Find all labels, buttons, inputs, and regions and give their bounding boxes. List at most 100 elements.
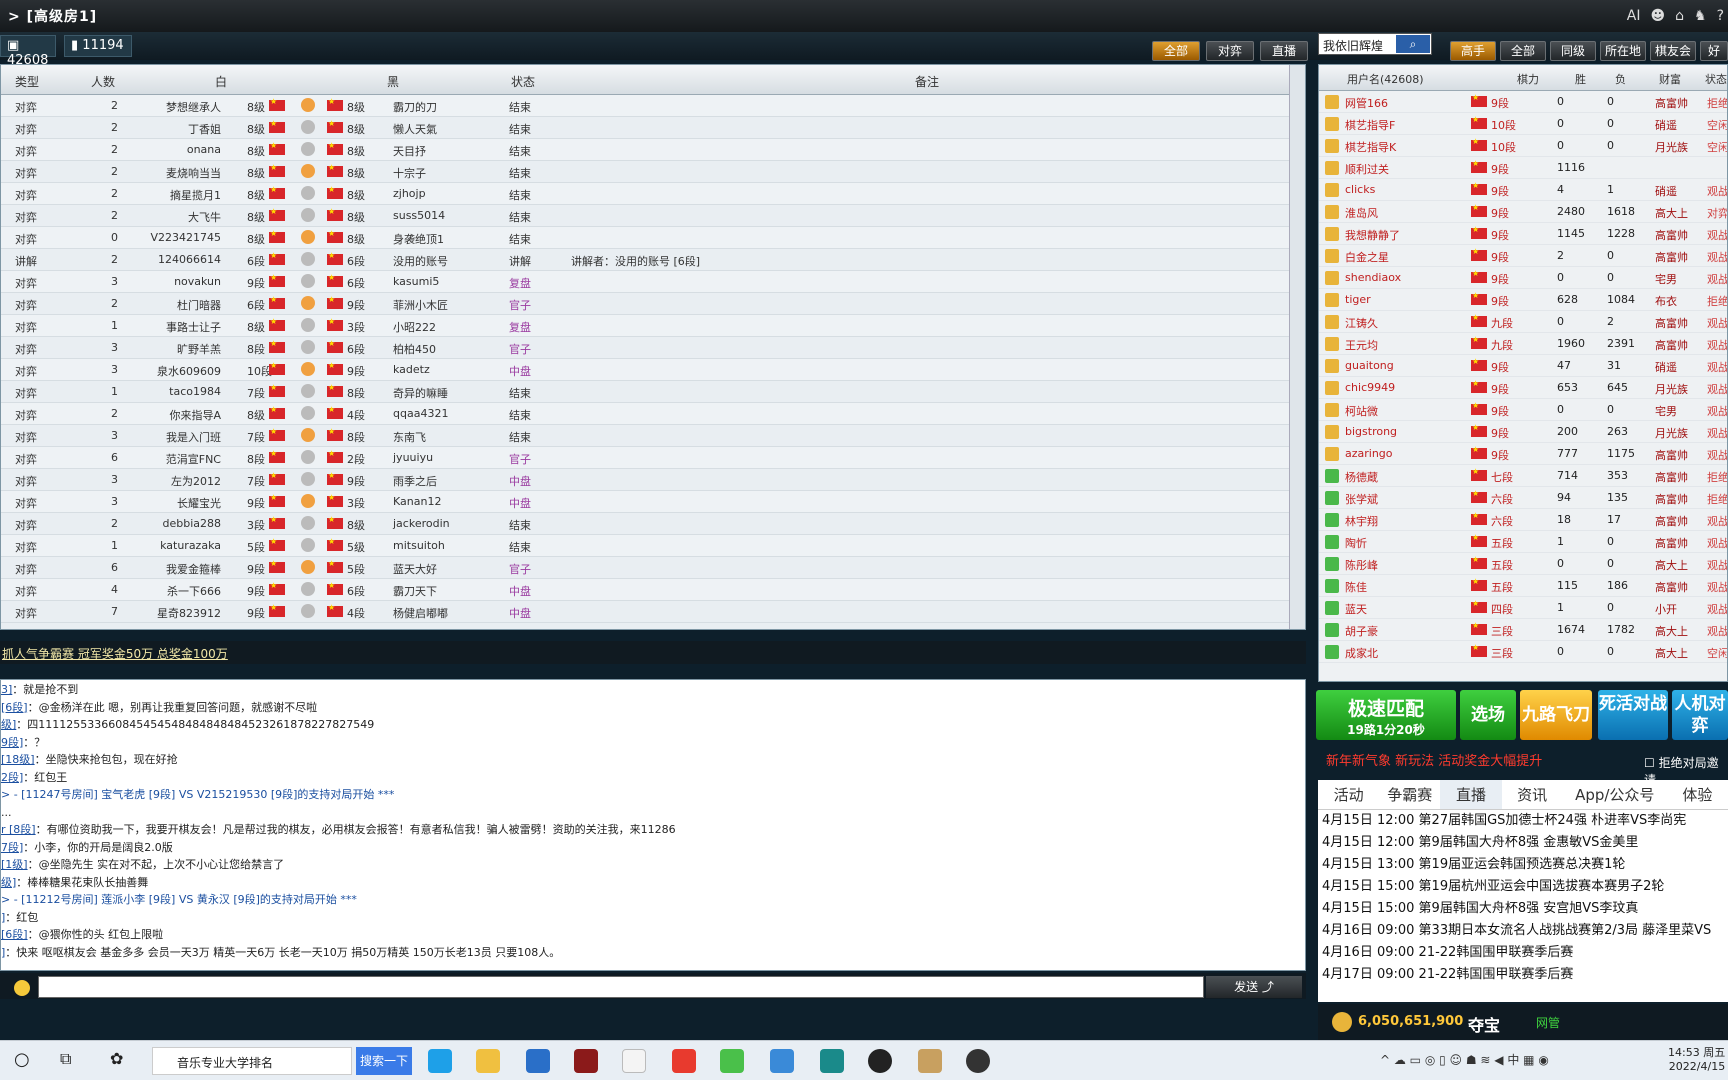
player-row[interactable]: 白金之星 9段 2 0 高富帅 观战 bbox=[1319, 245, 1727, 267]
mail-icon[interactable] bbox=[526, 1049, 550, 1073]
player-row[interactable]: 陈佳 五段 115 186 高富帅 观战 bbox=[1319, 575, 1727, 597]
filter-player-all[interactable]: 全部 bbox=[1500, 41, 1546, 61]
col-count[interactable]: 人数 bbox=[91, 73, 115, 90]
table-row[interactable]: 讲解 2 124066614 6段 6段 没用的账号 讲解 讲解者：没用的账号 … bbox=[1, 249, 1305, 271]
player-row[interactable]: chic9949 9段 653 645 月光族 观战 bbox=[1319, 377, 1727, 399]
tray-icons[interactable]: ^ ☁ ▭ ◎ ▯ ☺ ☗ ≋ ◀ 中 ▦ ◉ bbox=[1380, 1051, 1549, 1068]
player-row[interactable]: 林宇翔 六段 18 17 高富帅 观战 bbox=[1319, 509, 1727, 531]
netadmin-button[interactable]: 网管 bbox=[1536, 1014, 1560, 1031]
table-row[interactable]: 对弈 2 杜门暗器 6段 9段 菲洲小木匠 官子 bbox=[1, 293, 1305, 315]
table-row[interactable]: 对弈 4 杀一下666 9段 6段 霸刀天下 中盘 bbox=[1, 579, 1305, 601]
player-row[interactable]: 棋艺指导K 10段 0 0 月光族 空闲 bbox=[1319, 135, 1727, 157]
table-row[interactable]: 对弈 3 我是入门班 7段 8段 东南飞 结束 bbox=[1, 425, 1305, 447]
taskbar-search-input[interactable]: 音乐专业大学排名 bbox=[152, 1047, 352, 1075]
news-item[interactable]: 4月17日 09:00 21-22韩国围甲联赛季后赛 bbox=[1318, 964, 1728, 986]
treasure-button[interactable]: 夺宝 bbox=[1468, 1012, 1500, 1036]
table-row[interactable]: 对弈 2 梦想继承人 8级 8级 霸刀的刀 结束 bbox=[1, 95, 1305, 117]
news-item[interactable]: 4月16日 09:00 21-22韩国围甲联赛季后赛 bbox=[1318, 942, 1728, 964]
player-row[interactable]: 杨德蔵 七段 714 353 高富帅 拒绝 bbox=[1319, 465, 1727, 487]
col-note[interactable]: 备注 bbox=[915, 73, 939, 90]
filter-master[interactable]: 高手 bbox=[1450, 41, 1496, 61]
news-item[interactable]: 4月15日 15:00 第9届韩国大舟杯8强 安宫旭VS李玟真 bbox=[1318, 898, 1728, 920]
col-strength[interactable]: 棋力 bbox=[1517, 71, 1539, 87]
player-row[interactable]: guaitong 9段 47 31 硝遥 观战 bbox=[1319, 355, 1727, 377]
player-row[interactable]: 王元均 九段 1960 2391 高富帅 观战 bbox=[1319, 333, 1727, 355]
player-row[interactable]: 陈彤峰 五段 0 0 高大上 观战 bbox=[1319, 553, 1727, 575]
player-row[interactable]: bigstrong 9段 200 263 月光族 观战 bbox=[1319, 421, 1727, 443]
table-row[interactable]: 对弈 2 你来指导A 8级 4段 qqaa4321 结束 bbox=[1, 403, 1305, 425]
tab-tournament[interactable]: 争霸赛 bbox=[1379, 780, 1440, 809]
emoji-icon[interactable] bbox=[14, 980, 30, 996]
ai-play-button[interactable]: 人机对弈 bbox=[1672, 690, 1728, 740]
col-state[interactable]: 状态 bbox=[1705, 71, 1727, 87]
table-row[interactable]: 对弈 1 事路士让子 8级 3段 小昭222 复盘 bbox=[1, 315, 1305, 337]
help-icon[interactable]: ? bbox=[1717, 8, 1724, 24]
choose-field-button[interactable]: 选场 bbox=[1460, 690, 1516, 740]
news-item[interactable]: 4月15日 15:00 第19届杭州亚运会中国选拔赛本赛男子2轮 bbox=[1318, 876, 1728, 898]
player-row[interactable]: 淮岛风 9段 2480 1618 高大上 对弈 bbox=[1319, 201, 1727, 223]
col-losses[interactable]: 负 bbox=[1615, 71, 1626, 87]
tab-activity[interactable]: 活动 bbox=[1318, 780, 1379, 809]
col-status[interactable]: 状态 bbox=[511, 73, 535, 90]
table-row[interactable]: 对弈 6 范涓宣FNC 8段 2段 jyuuiyu 官子 bbox=[1, 447, 1305, 469]
player-row[interactable]: 胡子豪 三段 1674 1782 高大上 观战 bbox=[1319, 619, 1727, 641]
table-row[interactable]: 对弈 3 泉水609609 10段 9段 kadetz 中盘 bbox=[1, 359, 1305, 381]
col-wealth[interactable]: 财富 bbox=[1659, 71, 1681, 87]
user-icon[interactable]: ☻ bbox=[1651, 8, 1666, 24]
player-row[interactable]: 蓝天 四段 1 0 小开 观战 bbox=[1319, 597, 1727, 619]
player-row[interactable]: azaringo 9段 777 1175 高富帅 观战 bbox=[1319, 443, 1727, 465]
filter-all[interactable]: 全部 bbox=[1152, 41, 1200, 61]
col-type[interactable]: 类型 bbox=[15, 73, 39, 90]
table-row[interactable]: 对弈 2 麦烧响当当 8级 8级 十宗子 结束 bbox=[1, 161, 1305, 183]
qq-icon[interactable] bbox=[770, 1049, 794, 1073]
table-row[interactable]: 对弈 3 左为2012 7段 9段 雨季之后 中盘 bbox=[1, 469, 1305, 491]
app-teal-icon[interactable] bbox=[820, 1049, 844, 1073]
player-row[interactable]: 江铸久 九段 0 2 高富帅 观战 bbox=[1319, 311, 1727, 333]
player-row[interactable]: 成家北 三段 0 0 高大上 空闲 bbox=[1319, 641, 1727, 663]
player-row[interactable]: 张学斌 六段 94 135 高富帅 拒绝 bbox=[1319, 487, 1727, 509]
table-row[interactable]: 对弈 2 debbia288 3段 8级 jackerodin 结束 bbox=[1, 513, 1305, 535]
table-row[interactable]: 对弈 1 taco1984 7段 8段 奇异的嘛睡 结束 bbox=[1, 381, 1305, 403]
shirt-icon[interactable]: ♞ bbox=[1694, 8, 1707, 24]
app-dark-icon[interactable] bbox=[966, 1049, 990, 1073]
filter-play[interactable]: 对弈 bbox=[1206, 41, 1254, 61]
table-row[interactable]: 对弈 2 丁香姐 8级 8级 懒人天氣 结束 bbox=[1, 117, 1305, 139]
app-red-icon[interactable] bbox=[574, 1049, 598, 1073]
event-banner[interactable]: 抓人气争霸赛 冠军奖金50万 总奖金100万 bbox=[0, 641, 1306, 664]
start-icon[interactable]: ○ bbox=[14, 1049, 30, 1070]
player-row[interactable]: 柯站微 9段 0 0 宅男 观战 bbox=[1319, 399, 1727, 421]
col-username[interactable]: 用户名(42608) bbox=[1347, 71, 1424, 87]
calc-icon[interactable] bbox=[918, 1049, 942, 1073]
col-white[interactable]: 白 bbox=[215, 73, 227, 90]
quick-match-button[interactable]: 极速匹配 19路1分20秒 bbox=[1316, 690, 1456, 740]
ai-icon[interactable]: AI bbox=[1627, 8, 1641, 24]
taskbar-search-button[interactable]: 搜索一下 bbox=[356, 1047, 412, 1075]
filter-live[interactable]: 直播 bbox=[1260, 41, 1308, 61]
tab-app[interactable]: App/公众号 bbox=[1563, 780, 1667, 809]
doc-icon[interactable] bbox=[622, 1049, 646, 1073]
table-row[interactable]: 对弈 2 onana 8级 8级 天目抒 结束 bbox=[1, 139, 1305, 161]
table-row[interactable]: 对弈 7 星奇823912 9段 4段 杨健启嘟嘟 中盘 bbox=[1, 601, 1305, 623]
search-icon[interactable]: ⌕ bbox=[1396, 35, 1430, 53]
wechat-icon[interactable] bbox=[720, 1049, 744, 1073]
send-button[interactable]: 发送 ⤴ bbox=[1206, 976, 1302, 998]
taskview-icon[interactable]: ⧉ bbox=[60, 1049, 71, 1069]
table-row[interactable]: 对弈 1 katurazaka 5段 5级 mitsuitoh 结束 bbox=[1, 535, 1305, 557]
edge-icon[interactable] bbox=[428, 1049, 452, 1073]
weiqi-icon[interactable] bbox=[868, 1049, 892, 1073]
table-row[interactable]: 对弈 2 摘星揽月1 8级 8级 zjhojp 结束 bbox=[1, 183, 1305, 205]
life-death-button[interactable]: 死活对战 bbox=[1598, 690, 1668, 740]
wps-icon[interactable] bbox=[672, 1049, 696, 1073]
chat-input[interactable] bbox=[38, 976, 1204, 998]
folder-icon[interactable] bbox=[476, 1049, 500, 1073]
tab-experience[interactable]: 体验 bbox=[1667, 780, 1728, 809]
player-row[interactable]: clicks 9段 4 1 硝遥 观战 bbox=[1319, 179, 1727, 201]
nine-road-button[interactable]: 九路飞刀 bbox=[1520, 690, 1592, 740]
filter-location[interactable]: 所在地 bbox=[1600, 41, 1646, 61]
col-black[interactable]: 黑 bbox=[387, 73, 399, 90]
player-row[interactable]: 我想静静了 9段 1145 1228 高富帅 观战 bbox=[1319, 223, 1727, 245]
news-item[interactable]: 4月15日 12:00 第27届韩国GS加德士杯24强 朴进率VS李尚宪 bbox=[1318, 810, 1728, 832]
filter-club[interactable]: 棋友会 bbox=[1650, 41, 1696, 61]
table-row[interactable]: 对弈 6 我爱金箍棒 9段 5段 蓝天大好 官子 bbox=[1, 557, 1305, 579]
news-item[interactable]: 4月16日 09:00 第33期日本女流名人战挑战赛第2/3局 藤泽里菜VS bbox=[1318, 920, 1728, 942]
